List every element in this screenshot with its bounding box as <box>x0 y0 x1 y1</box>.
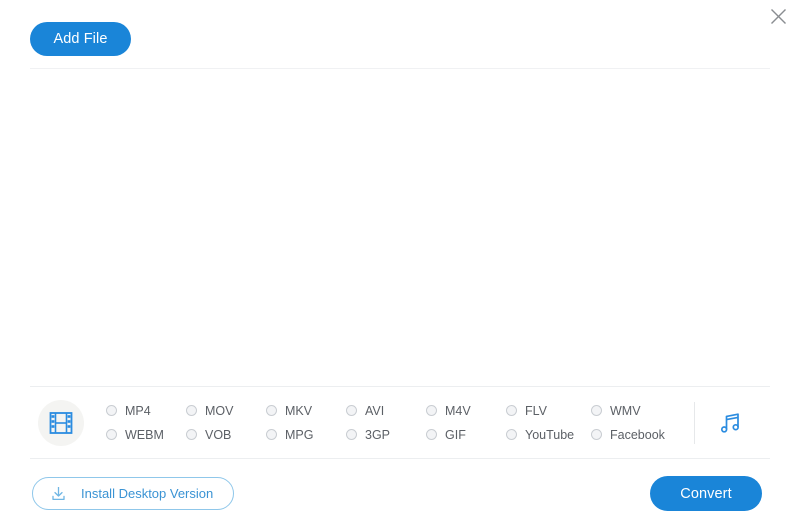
radio-icon[interactable] <box>426 429 437 440</box>
panel-separator <box>694 401 695 444</box>
radio-icon[interactable] <box>506 405 517 416</box>
format-option-vob[interactable]: VOB <box>186 424 266 446</box>
install-button-label: Install Desktop Version <box>81 486 214 501</box>
format-option-mkv[interactable]: MKV <box>266 400 346 422</box>
output-format-panel: MP4 MOV MKV AVI M4V FLV WMV WEBM VOB MPG… <box>30 387 770 458</box>
top-bar: Add File <box>0 0 800 69</box>
format-option-youtube[interactable]: YouTube <box>506 424 591 446</box>
format-option-webm[interactable]: WEBM <box>106 424 186 446</box>
radio-icon[interactable] <box>591 405 602 416</box>
radio-icon[interactable] <box>266 405 277 416</box>
format-option-mov[interactable]: MOV <box>186 400 266 422</box>
radio-icon[interactable] <box>106 405 117 416</box>
download-icon <box>49 485 67 503</box>
format-option-mp4[interactable]: MP4 <box>106 400 186 422</box>
format-option-mpg[interactable]: MPG <box>266 424 346 446</box>
footer-bar: Install Desktop Version Convert <box>0 459 800 529</box>
close-icon[interactable] <box>764 2 792 30</box>
radio-icon[interactable] <box>186 429 197 440</box>
format-options-grid: MP4 MOV MKV AVI M4V FLV WMV WEBM VOB MPG… <box>106 399 676 447</box>
radio-icon[interactable] <box>591 429 602 440</box>
format-option-flv[interactable]: FLV <box>506 400 591 422</box>
radio-icon[interactable] <box>346 429 357 440</box>
video-converter-window: Add File MP4 MOV MKV AVI M4V FLV WMV WEB… <box>0 0 800 529</box>
radio-icon[interactable] <box>266 429 277 440</box>
radio-icon[interactable] <box>506 429 517 440</box>
radio-icon[interactable] <box>426 405 437 416</box>
radio-icon[interactable] <box>346 405 357 416</box>
add-file-button[interactable]: Add File <box>30 22 131 56</box>
radio-icon[interactable] <box>106 429 117 440</box>
format-option-m4v[interactable]: M4V <box>426 400 506 422</box>
install-desktop-version-button[interactable]: Install Desktop Version <box>32 477 234 510</box>
file-list-area[interactable] <box>30 69 770 386</box>
music-note-icon[interactable] <box>707 400 753 446</box>
format-option-facebook[interactable]: Facebook <box>591 424 676 446</box>
format-option-3gp[interactable]: 3GP <box>346 424 426 446</box>
film-strip-icon[interactable] <box>38 399 84 446</box>
convert-button[interactable]: Convert <box>650 476 762 511</box>
radio-icon[interactable] <box>186 405 197 416</box>
format-option-avi[interactable]: AVI <box>346 400 426 422</box>
format-option-gif[interactable]: GIF <box>426 424 506 446</box>
format-option-wmv[interactable]: WMV <box>591 400 676 422</box>
